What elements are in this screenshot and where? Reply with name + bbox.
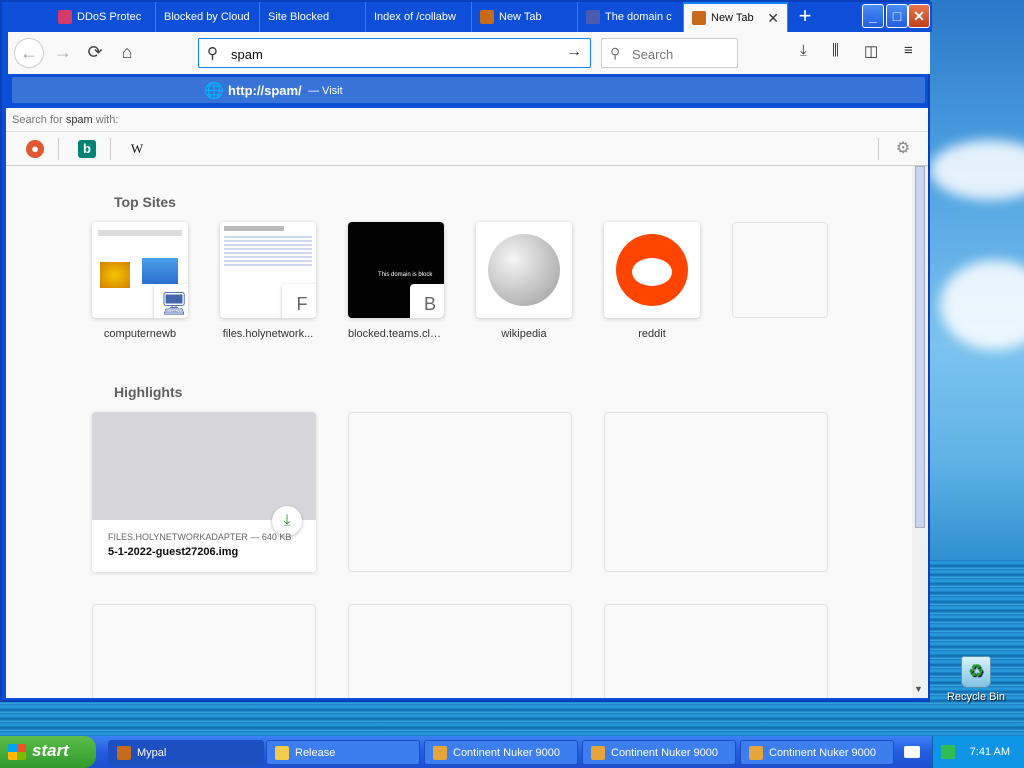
tab-new-tab-1[interactable]: New Tab bbox=[472, 2, 578, 32]
forward-button[interactable]: → bbox=[48, 38, 78, 68]
reload-button[interactable]: ⟳ bbox=[80, 38, 110, 68]
search-icon: ⚲ bbox=[610, 45, 621, 61]
search-icon: ⚲ bbox=[207, 45, 218, 62]
minimize-button[interactable]: _ bbox=[862, 4, 884, 28]
recycle-bin-label: Recycle Bin bbox=[946, 691, 1006, 703]
top-site-empty[interactable] bbox=[732, 222, 828, 318]
folder-icon bbox=[275, 746, 289, 760]
download-icon[interactable]: ⤓ bbox=[800, 42, 807, 59]
home-button[interactable]: ⌂ bbox=[112, 38, 142, 68]
url-input[interactable]: spam bbox=[231, 47, 263, 62]
mypal-icon bbox=[692, 11, 706, 25]
highlight-placeholder bbox=[348, 412, 572, 572]
url-suggestion[interactable]: 🌐 http://spam/ — Visit bbox=[12, 77, 925, 103]
top-site-computernewb[interactable]: 🖥 computernewb bbox=[92, 222, 188, 340]
recycle-bin-icon[interactable]: Recycle Bin bbox=[946, 656, 1006, 703]
new-tab-button[interactable]: + bbox=[792, 4, 818, 30]
tab-domain[interactable]: The domain c bbox=[578, 2, 684, 32]
highlight-card[interactable]: ⤓ FILES.HOLYNETWORKADAPTER — 640 KB 5-1-… bbox=[92, 412, 316, 572]
search-with-label: Search for spam with: bbox=[6, 108, 928, 132]
tab-site-blocked[interactable]: Site Blocked bbox=[260, 2, 366, 32]
wikipedia-icon[interactable]: W bbox=[128, 140, 146, 158]
globe-icon: 🌐 bbox=[204, 83, 224, 100]
mypal-icon bbox=[480, 10, 494, 24]
page-scrollbar[interactable]: ▼ bbox=[912, 166, 928, 698]
tray-icon[interactable] bbox=[941, 745, 955, 759]
keyboard-icon[interactable] bbox=[904, 746, 920, 758]
mypal-icon bbox=[117, 746, 131, 760]
tab-cloudflare[interactable]: Blocked by Cloud bbox=[156, 2, 260, 32]
clock[interactable]: 7:41 AM bbox=[970, 746, 1010, 758]
wikipedia-globe-icon bbox=[488, 234, 560, 306]
gear-icon[interactable]: ⚙ bbox=[894, 140, 912, 158]
close-tab-icon[interactable]: ✕ bbox=[767, 10, 779, 27]
search-placeholder: Search bbox=[632, 47, 674, 62]
app-icon bbox=[591, 746, 605, 760]
computer-icon: 🖥 bbox=[154, 284, 188, 318]
top-site-files-holynetwork[interactable]: F files.holynetwork... bbox=[220, 222, 316, 340]
top-sites-title: Top Sites bbox=[114, 194, 176, 210]
system-tray: 7:41 AM bbox=[932, 736, 1024, 768]
highlight-placeholder bbox=[348, 604, 572, 698]
app-icon bbox=[433, 746, 447, 760]
close-window-button[interactable]: ✕ bbox=[908, 4, 930, 28]
go-arrow-icon[interactable]: → bbox=[566, 43, 582, 61]
reddit-icon bbox=[616, 234, 688, 306]
shield-icon bbox=[58, 10, 72, 24]
scroll-down-icon[interactable]: ▼ bbox=[914, 684, 923, 694]
tab-ddos[interactable]: DDoS Protec bbox=[50, 2, 156, 32]
url-bar[interactable]: ⚲ spam → bbox=[198, 38, 591, 68]
app-icon bbox=[749, 746, 763, 760]
new-tab-page: Top Sites 🖥 computernewb F files.holynet… bbox=[6, 166, 912, 698]
tab-strip: DDoS Protec Blocked by Cloud Site Blocke… bbox=[2, 2, 932, 32]
top-site-wikipedia[interactable]: wikipedia bbox=[476, 222, 572, 340]
maximize-button[interactable]: □ bbox=[886, 4, 908, 28]
highlights-title: Highlights bbox=[114, 384, 183, 400]
search-engines-bar: ● b W ⚙ bbox=[6, 132, 928, 166]
sidebar-icon[interactable]: ◫ bbox=[864, 42, 878, 60]
taskbar-item-nuker-3[interactable]: Continent Nuker 9000 bbox=[740, 740, 894, 765]
highlight-placeholder bbox=[604, 604, 828, 698]
highlight-thumbnail bbox=[92, 412, 316, 520]
taskbar: start Mypal Release Continent Nuker 9000… bbox=[0, 736, 1024, 768]
back-button[interactable]: ← bbox=[14, 38, 44, 68]
menu-icon[interactable]: ≡ bbox=[904, 42, 913, 59]
taskbar-item-mypal[interactable]: Mypal bbox=[108, 740, 264, 765]
start-button[interactable]: start bbox=[0, 736, 96, 768]
highlight-placeholder bbox=[92, 604, 316, 698]
windows-logo-icon bbox=[8, 744, 26, 760]
taskbar-item-nuker-1[interactable]: Continent Nuker 9000 bbox=[424, 740, 578, 765]
top-site-reddit[interactable]: reddit bbox=[604, 222, 700, 340]
highlight-placeholder bbox=[604, 412, 828, 572]
domain-icon bbox=[586, 10, 600, 24]
nav-toolbar: ← → ⟳ ⌂ ⚲ spam → ⚲ Search ⤓ ⫼ ◫ ≡ bbox=[8, 32, 930, 74]
taskbar-item-nuker-2[interactable]: Continent Nuker 9000 bbox=[582, 740, 736, 765]
library-icon[interactable]: ⫼ bbox=[832, 42, 839, 59]
search-bar[interactable]: ⚲ Search bbox=[601, 38, 738, 68]
top-site-blocked-teams[interactable]: This domain is block B blocked.teams.clo… bbox=[348, 222, 444, 340]
taskbar-item-release[interactable]: Release bbox=[266, 740, 420, 765]
duckduckgo-icon[interactable]: ● bbox=[26, 140, 44, 158]
tab-new-tab-active[interactable]: New Tab ✕ bbox=[684, 2, 788, 32]
bing-icon[interactable]: b bbox=[78, 140, 96, 158]
tab-index[interactable]: Index of /collabw bbox=[366, 2, 472, 32]
